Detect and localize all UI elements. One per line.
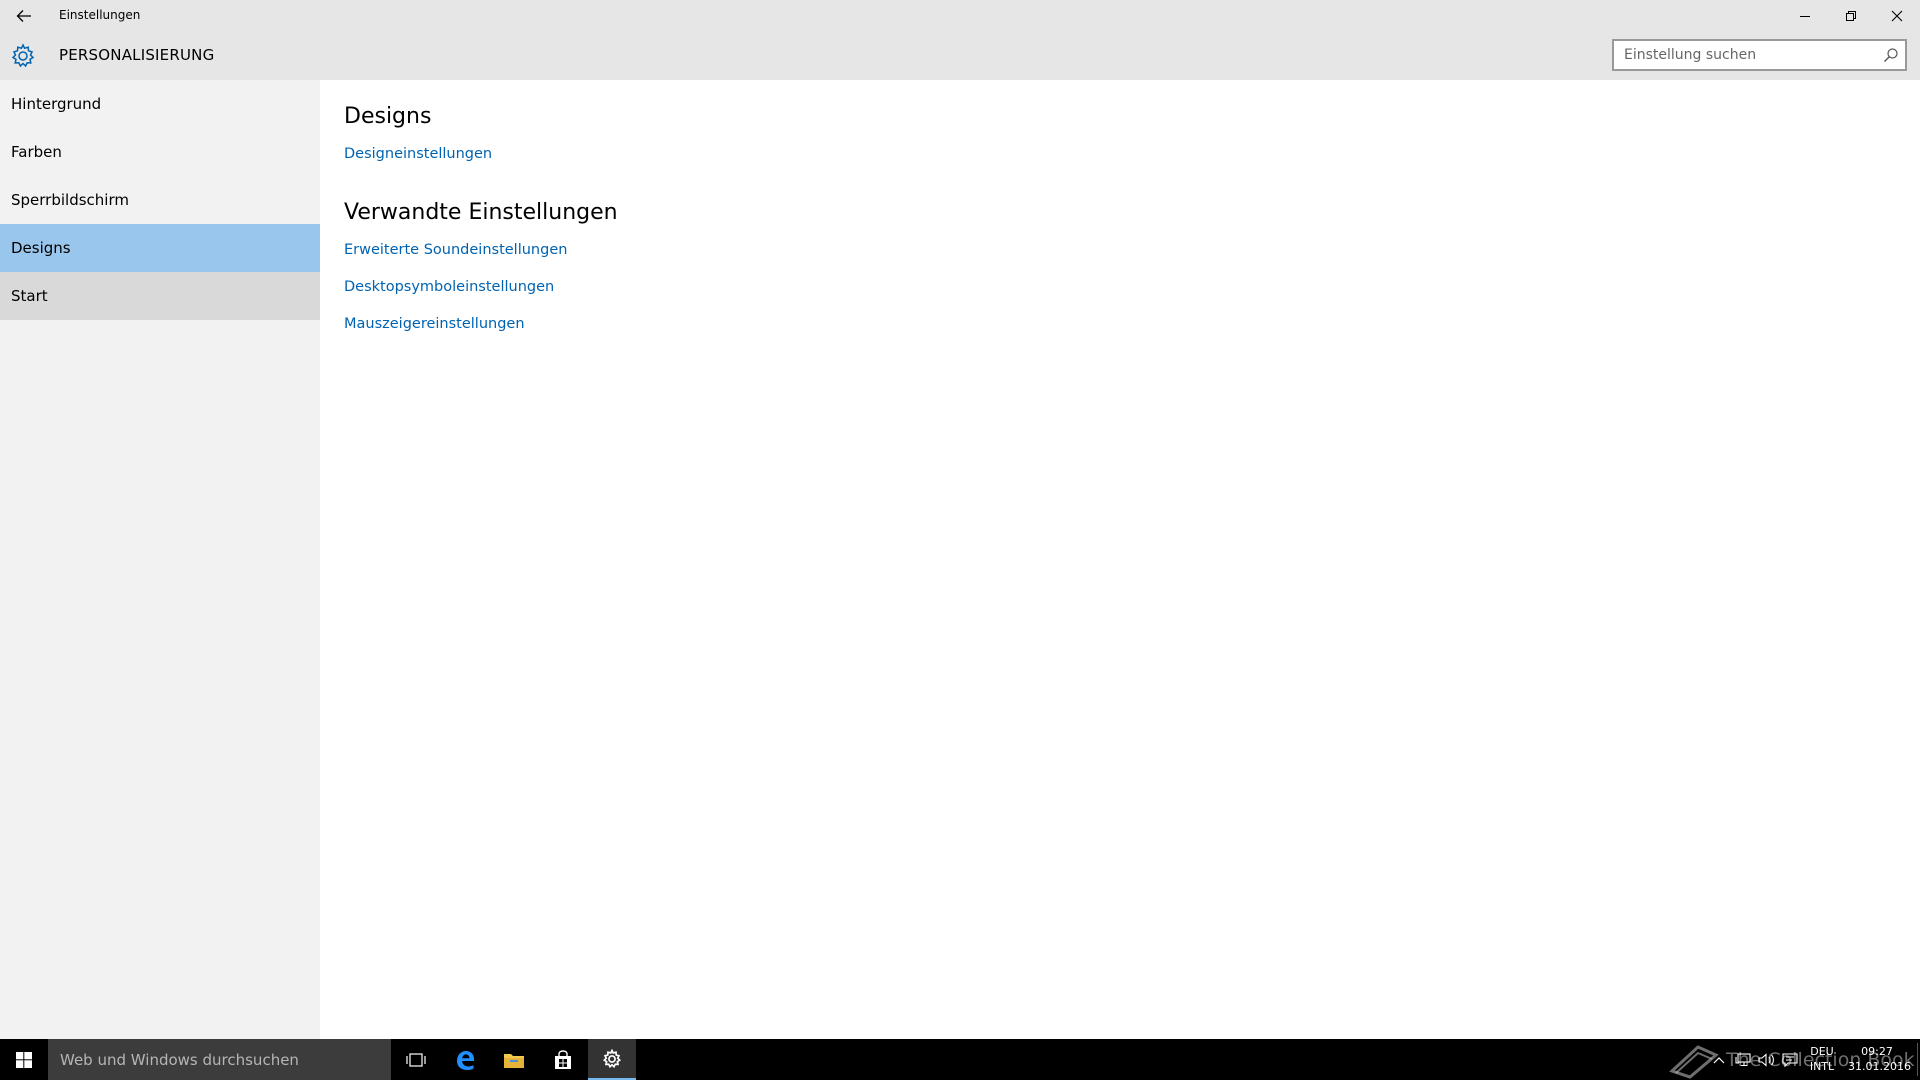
language-code: DEU xyxy=(1810,1045,1834,1058)
sidebar-item-start[interactable]: Start xyxy=(0,272,320,320)
section-title-designs: Designs xyxy=(344,104,432,129)
back-button[interactable] xyxy=(0,0,48,31)
keyboard-layout: INTL xyxy=(1809,1060,1835,1073)
sidebar-item-designs[interactable]: Designs xyxy=(0,224,320,272)
close-icon xyxy=(1891,10,1903,21)
back-arrow-icon xyxy=(16,9,31,22)
window-controls xyxy=(1782,0,1920,31)
minimize-icon xyxy=(1800,15,1810,17)
file-explorer-button[interactable] xyxy=(490,1039,538,1080)
page-title: PERSONALISIERUNG xyxy=(59,46,215,64)
link-desktopsymboleinstellungen[interactable]: Desktopsymboleinstellungen xyxy=(344,279,618,295)
search-icon[interactable] xyxy=(1883,47,1899,63)
network-icon xyxy=(1735,1053,1751,1067)
store-bag-icon xyxy=(555,1049,571,1069)
main-content: Designs Designeinstellungen Verwandte Ei… xyxy=(344,80,618,332)
settings-gear-icon xyxy=(602,1048,622,1068)
network-button[interactable] xyxy=(1734,1051,1752,1069)
chevron-up-icon xyxy=(1713,1057,1725,1064)
close-button[interactable] xyxy=(1874,0,1920,31)
folder-icon xyxy=(504,1053,524,1068)
speaker-icon xyxy=(1758,1053,1774,1067)
settings-search-input[interactable] xyxy=(1624,41,1874,69)
task-view-button[interactable] xyxy=(392,1039,440,1080)
clock-date: 31.01.2016 xyxy=(1848,1060,1911,1073)
page-header: PERSONALISIERUNG xyxy=(0,31,1920,80)
sidebar-item-hintergrund[interactable]: Hintergrund xyxy=(0,80,320,128)
volume-button[interactable] xyxy=(1758,1051,1776,1069)
task-view-icon xyxy=(406,1052,426,1067)
windows-logo-icon xyxy=(16,1051,32,1068)
restore-icon xyxy=(1846,10,1856,21)
message-icon xyxy=(1782,1053,1798,1067)
sidebar: Hintergrund Farben Sperrbildschirm Desig… xyxy=(0,80,320,1039)
section-title-related: Verwandte Einstellungen xyxy=(344,200,618,225)
taskbar-search-input[interactable] xyxy=(60,1039,380,1080)
store-button[interactable] xyxy=(539,1039,587,1080)
show-hidden-icons-button[interactable] xyxy=(1710,1051,1728,1069)
link-erweiterte-soundeinstellungen[interactable]: Erweiterte Soundeinstellungen xyxy=(344,242,618,258)
title-bar: Einstellungen xyxy=(0,0,1920,31)
gear-icon xyxy=(11,43,35,68)
restore-button[interactable] xyxy=(1828,0,1874,31)
start-button[interactable] xyxy=(0,1039,48,1080)
minimize-button[interactable] xyxy=(1782,0,1828,31)
settings-search-box[interactable] xyxy=(1612,39,1907,71)
link-mauszeigereinstellungen[interactable]: Mauszeigereinstellungen xyxy=(344,316,618,332)
action-center-button[interactable] xyxy=(1781,1051,1799,1069)
clock[interactable]: 09:27 31.01.2016 xyxy=(1848,1044,1911,1074)
edge-icon xyxy=(457,1050,474,1070)
input-language-indicator[interactable]: DEU INTL xyxy=(1800,1044,1844,1074)
sidebar-item-sperrbildschirm[interactable]: Sperrbildschirm xyxy=(0,176,320,224)
app-title: Einstellungen xyxy=(59,8,141,22)
edge-browser-button[interactable] xyxy=(441,1039,489,1080)
show-desktop-button[interactable] xyxy=(1917,1043,1918,1076)
link-designeinstellungen[interactable]: Designeinstellungen xyxy=(344,146,618,162)
settings-app-button[interactable] xyxy=(588,1039,636,1080)
taskbar-search[interactable] xyxy=(48,1039,391,1080)
sidebar-item-farben[interactable]: Farben xyxy=(0,128,320,176)
clock-time: 09:27 xyxy=(1861,1045,1893,1058)
taskbar: The Collection Book DEU INTL 09:27 31.01… xyxy=(0,1039,1920,1080)
